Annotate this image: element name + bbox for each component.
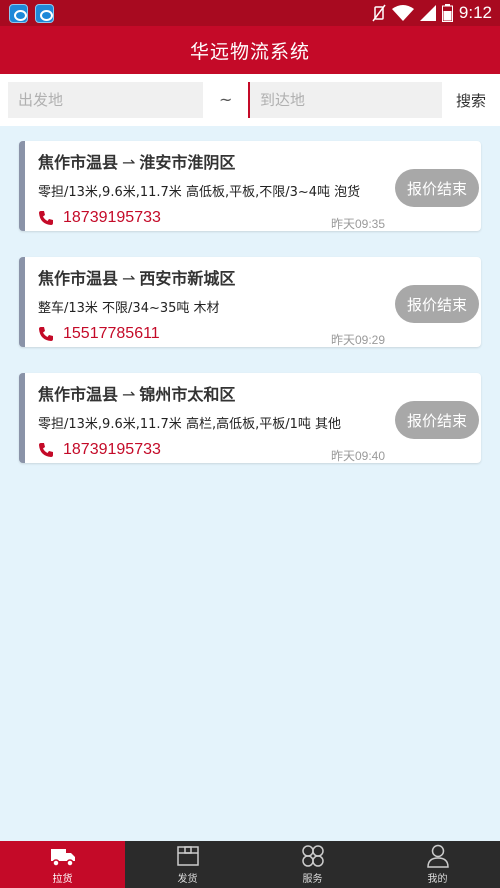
route: 焦作市温县 ⇀ 锦州市太和区 [38,381,235,405]
quote-status-button[interactable]: 报价结束 [395,285,479,323]
phone-link[interactable]: 18739195733 [38,209,161,227]
nav-label: 服务 [302,874,323,885]
origin-input[interactable] [8,82,203,118]
status-time: 9:12 [458,3,492,22]
nav-item-pickup[interactable]: 拉货 [0,841,125,888]
app-notification-icon [35,4,54,23]
origin-city: 焦作市温县 [38,385,119,404]
cargo-card[interactable]: 焦作市温县 ⇀ 西安市新城区 整车/13米 不限/34~35吨 木材 1551778… [19,257,481,347]
phone-icon [39,211,53,225]
clover-icon [301,845,324,867]
phone-number[interactable]: 18739195733 [63,209,161,227]
phone-number[interactable]: 15517785611 [63,325,160,343]
phone-icon [39,327,53,341]
range-separator: ~ [219,90,233,109]
destination-city: 淮安市淮阴区 [139,153,236,172]
cargo-card[interactable]: 焦作市温县 ⇀ 淮安市淮阴区 零担/13米,9.6米,11.7米 高低板,平板,不限… [19,141,481,231]
person-icon [426,844,449,868]
box-icon [176,846,199,866]
signal-icon [419,5,436,21]
origin-city: 焦作市温县 [38,269,119,288]
search-bar: ~ 搜索 [0,74,500,126]
post-time: 昨天09:40 [330,449,385,463]
phone-link[interactable]: 18739195733 [38,441,161,459]
nav-item-ship[interactable]: 发货 [125,841,250,888]
vibrate-mute-icon [372,4,386,22]
battery-icon [441,4,453,22]
status-indicators: 9:12 [372,0,492,26]
title-bar: 华远物流系统 [0,26,500,74]
post-time: 昨天09:35 [330,217,385,231]
page-title: 华远物流系统 [189,40,310,63]
cargo-list: 焦作市温县 ⇀ 淮安市淮阴区 零担/13米,9.6米,11.7米 高低板,平板,不限… [19,141,481,489]
phone-number[interactable]: 18739195733 [63,441,161,459]
route: 焦作市温县 ⇀ 西安市新城区 [38,265,235,289]
phone-icon [39,443,53,457]
quote-status-button[interactable]: 报价结束 [395,169,479,207]
wifi-icon [391,4,414,21]
search-button[interactable]: 搜索 [448,84,494,116]
cargo-description: 整车/13米 不限/34~35吨 木材 [38,301,220,316]
quote-status-button[interactable]: 报价结束 [395,401,479,439]
origin-city: 焦作市温县 [38,153,119,172]
route-arrow-icon: ⇀ [122,385,136,404]
cargo-description: 零担/13米,9.6米,11.7米 高栏,高低板,平板/1吨 其他 [38,417,341,432]
route-arrow-icon: ⇀ [122,269,136,288]
nav-label: 发货 [177,874,198,885]
route-arrow-icon: ⇀ [122,153,136,172]
app-notification-icon [9,4,28,23]
nav-label: 拉货 [52,874,73,885]
nav-item-service[interactable]: 服务 [250,841,375,888]
bottom-nav: 拉货 发货 服务 我的 [0,841,500,888]
cargo-card[interactable]: 焦作市温县 ⇀ 锦州市太和区 零担/13米,9.6米,11.7米 高栏,高低板,平板… [19,373,481,463]
phone-link[interactable]: 15517785611 [38,325,160,343]
truck-icon [50,849,75,867]
destination-city: 锦州市太和区 [139,385,236,404]
nav-label: 我的 [427,874,448,885]
post-time: 昨天09:29 [330,333,385,347]
destination-city: 西安市新城区 [139,269,236,288]
cargo-description: 零担/13米,9.6米,11.7米 高低板,平板,不限/3~4吨 泡货 [38,185,361,200]
nav-item-profile[interactable]: 我的 [375,841,500,888]
route: 焦作市温县 ⇀ 淮安市淮阴区 [38,149,235,173]
destination-input[interactable] [248,82,442,118]
status-bar: 9:12 [0,0,500,26]
